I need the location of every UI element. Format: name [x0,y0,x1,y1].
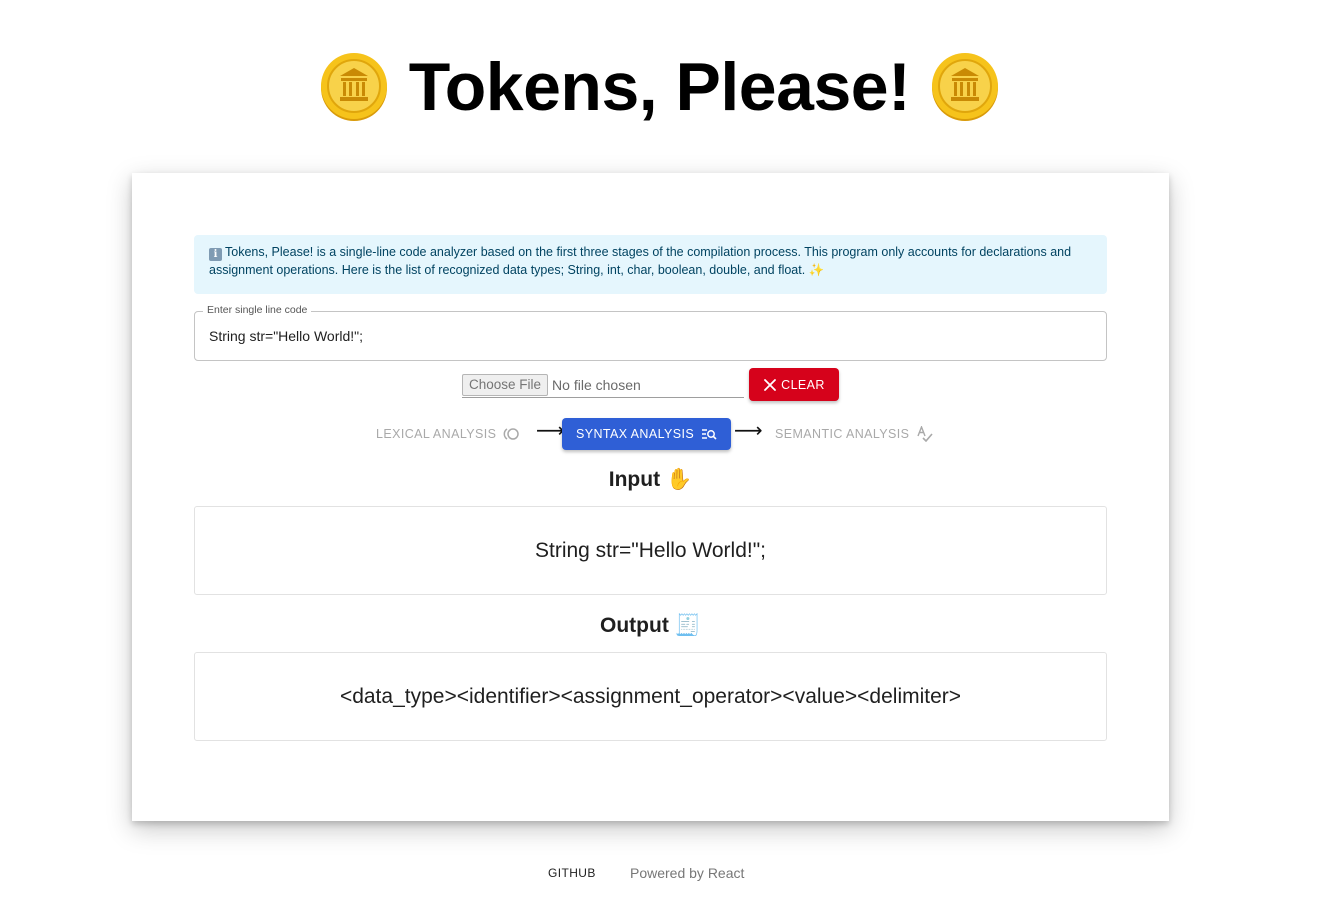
lexical-icon [503,428,520,440]
lexical-analysis-label: LEXICAL ANALYSIS [376,427,497,441]
receipt-icon: 🧾 [674,614,701,637]
input-display: String str="Hello World!"; [194,506,1107,595]
semantic-analysis-label: SEMANTIC ANALYSIS [775,427,910,441]
choose-file-button[interactable]: Choose File [462,374,549,396]
input-display-text: String str="Hello World!"; [534,538,766,562]
input-heading: Input ✋ [132,468,1169,492]
analyzer-card: i Tokens, Please! is a single-line code a… [132,173,1169,821]
raised-hand-icon: ✋ [666,468,693,491]
coin-icon [932,53,999,121]
stage-arrow: ⟶ [536,420,565,442]
output-display: <data_type><identifier><assignment_opera… [194,652,1107,741]
file-picker[interactable]: Choose File No file chosen [462,373,744,398]
powered-by-text: Powered by React [630,865,745,881]
output-display-text: <data_type><identifier><assignment_opera… [339,684,962,708]
footer: GITHUB Powered by React [0,864,1319,882]
output-heading-text: Output [600,614,669,637]
spellcheck-icon [917,426,933,442]
semantic-analysis-button[interactable]: SEMANTIC ANALYSIS [775,418,934,450]
page-title: Tokens, Please! [408,49,911,125]
code-input[interactable] [207,312,1091,360]
output-heading: Output 🧾 [132,614,1169,638]
input-heading-text: Input [608,468,661,491]
file-status: No file chosen [552,377,641,393]
stage-arrow: ⟶ [734,420,763,442]
search-list-icon [702,429,717,440]
syntax-analysis-label: SYNTAX ANALYSIS [576,427,695,441]
clear-button-label: CLEAR [781,377,825,392]
page-header: Tokens, Please! [0,44,1319,130]
close-icon [764,378,777,391]
info-icon: i [209,248,222,261]
info-alert-text: Tokens, Please! is a single-line code an… [209,245,1072,277]
clear-button[interactable]: CLEAR [749,368,839,401]
code-field: Enter single line code [194,304,1107,361]
syntax-analysis-button[interactable]: SYNTAX ANALYSIS [562,418,732,450]
lexical-analysis-button[interactable]: LEXICAL ANALYSIS [376,418,520,450]
info-alert: i Tokens, Please! is a single-line code a… [194,235,1107,294]
github-link[interactable]: GITHUB [548,866,596,880]
coin-icon [320,53,387,121]
